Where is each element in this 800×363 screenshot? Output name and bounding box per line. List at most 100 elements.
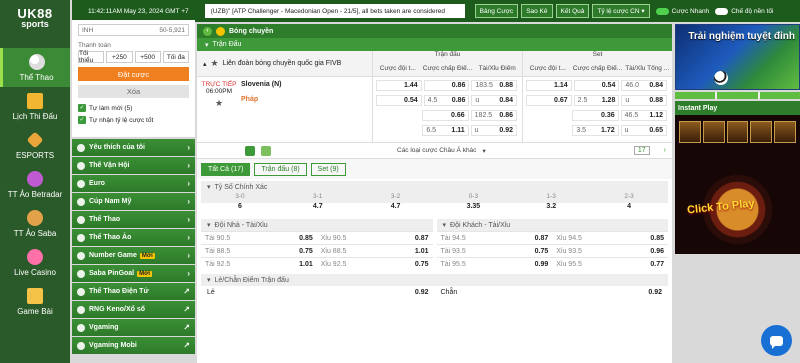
clear-button[interactable]: Xóa [78, 85, 189, 98]
sport-item[interactable]: Thể Thao › [72, 211, 195, 228]
min-chip[interactable]: Tối thiểu [78, 50, 105, 64]
nav-item-sports[interactable]: Thể Thao [0, 48, 70, 87]
more-bets-link[interactable]: Các loại cược Châu Á khác [397, 147, 476, 154]
star-icon[interactable]: ★ [215, 98, 223, 109]
nav-item-live-casino[interactable]: Live Casino [0, 243, 70, 282]
sport-item[interactable]: Saba PinGoal Mới › [72, 265, 195, 282]
handicap-cell[interactable]: 6.5 1.11 [422, 124, 469, 136]
promo-banner-football[interactable]: Trải nghiệm tuyệt đỉnh [675, 24, 800, 90]
over-under-cell[interactable]: u 0.88 [621, 94, 668, 106]
over-cell[interactable]: Tài 88.5 0.75 [201, 248, 317, 255]
handicap-cell[interactable]: 2.5 1.28 [573, 94, 620, 106]
over-under-cell[interactable]: 182.5 0.86 [470, 109, 517, 121]
score-odds[interactable]: 4.7 [357, 203, 435, 215]
sport-item[interactable]: Yêu thích của tôi › [72, 139, 195, 156]
accept-better-odds-option[interactable]: ✓ Tự nhận tỷ lệ cược tốt [72, 114, 195, 126]
quick-bet-toggle[interactable]: Cược Nhanh [655, 7, 709, 15]
sport-item[interactable]: RNG Keno/Xổ số ↗ [72, 301, 195, 318]
sport-item[interactable]: Vgaming Mobi ↗ [72, 337, 195, 354]
more-count-badge[interactable]: 17 [633, 146, 650, 155]
nav-item-esports[interactable]: ESPORTS [0, 126, 70, 165]
dark-mode-toggle[interactable]: Chế độ nền tối [715, 7, 773, 15]
news-ticker[interactable]: (UZB)" [ATP Challenger - Macedonian Open… [204, 4, 465, 18]
nav-label: Game Bài [17, 307, 53, 316]
bet-list-button[interactable]: Bảng Cược [474, 4, 519, 18]
chevron-down-icon[interactable]: ▾ [443, 221, 447, 229]
promo-banner-roulette[interactable]: Click To Play [675, 115, 800, 254]
score-odds[interactable]: 4.7 [279, 203, 357, 215]
chevron-down-icon[interactable]: ▾ [207, 183, 211, 191]
max-chip[interactable]: Tối đa [162, 51, 189, 63]
under-cell[interactable]: Xỉu 88.5 1.01 [317, 248, 433, 255]
nav-item-schedule[interactable]: Lịch Thi Đấu [0, 87, 70, 126]
over-cell[interactable]: Tài 94.5 0.87 [437, 235, 553, 242]
tab-all[interactable]: Tất Cả (17) [201, 162, 251, 176]
auto-refresh-option[interactable]: ✓ Tự làm mới (5) [72, 102, 195, 114]
under-cell[interactable]: Xỉu 95.5 0.77 [552, 261, 668, 268]
score-odds[interactable]: 3.35 [434, 203, 512, 215]
place-bet-button[interactable]: Đặt cược [78, 67, 189, 81]
sport-item[interactable]: Thể Thao Ảo › [72, 229, 195, 246]
under-cell[interactable]: Xỉu 93.5 0.96 [552, 248, 668, 255]
even-cell[interactable]: Chẵn 0.92 [435, 289, 669, 296]
sport-item[interactable]: Thế Vận Hội › [72, 157, 195, 174]
stake-input[interactable]: INH 50-5,921 [78, 24, 189, 36]
chip-250[interactable]: +250 [106, 51, 133, 63]
over-under-cell[interactable]: u 0.84 [471, 94, 518, 106]
over-cell[interactable]: Tài 90.5 0.85 [201, 235, 317, 242]
sport-item[interactable]: Cúp Nam Mỹ › [72, 193, 195, 210]
livestream-icon[interactable] [261, 145, 271, 156]
brand-logo[interactable]: UK88 sports [0, 0, 70, 34]
chat-button[interactable] [761, 325, 792, 356]
handicap-cell[interactable]: 0.86 [423, 79, 470, 91]
moneyline-cell[interactable]: 1.14 [526, 79, 572, 91]
chevron-right-icon[interactable]: › [664, 147, 666, 154]
moneyline-cell[interactable]: 1.44 [376, 79, 422, 91]
sport-item[interactable]: Vgaming ↗ [72, 319, 195, 336]
over-cell[interactable]: Tài 95.5 0.99 [437, 261, 553, 268]
over-under-cell[interactable]: 46.5 1.12 [620, 109, 667, 121]
nav-label: TT Ảo Betradar [7, 190, 63, 199]
handicap-cell[interactable]: 4.5 0.86 [423, 94, 470, 106]
chevron-up-icon[interactable]: ▴ [203, 60, 207, 68]
sport-item[interactable]: Number Game Mới › [72, 247, 195, 264]
statement-button[interactable]: Sao Kê [521, 4, 553, 18]
tab-match[interactable]: Trận đấu (8) [254, 162, 307, 176]
results-button[interactable]: Kết Quả [555, 4, 590, 18]
back-icon[interactable]: ‹ [203, 26, 212, 36]
moneyline-cell[interactable]: 0.54 [376, 94, 422, 106]
score-odds[interactable]: 6 [201, 203, 279, 215]
under-cell[interactable]: Xỉu 92.5 0.75 [317, 261, 433, 268]
handicap-cell[interactable]: 0.36 [572, 109, 619, 121]
handicap-cell[interactable]: 3.5 1.72 [572, 124, 619, 136]
chip-500[interactable]: +500 [134, 51, 161, 63]
star-icon[interactable]: ★ [211, 58, 219, 69]
stats-icon[interactable] [245, 145, 255, 156]
score-odds[interactable]: 3.2 [512, 203, 590, 215]
soccer-ball-icon [28, 54, 45, 70]
section-header[interactable]: ▾ Trận Đấu [197, 38, 672, 51]
over-under-cell[interactable]: u 0.92 [470, 124, 517, 136]
over-under-cell[interactable]: 46.0 0.84 [621, 79, 668, 91]
over-under-cell[interactable]: u 0.65 [620, 124, 667, 136]
tab-set[interactable]: Set (9) [310, 162, 346, 176]
score-odds[interactable]: 4 [590, 203, 668, 215]
sport-item[interactable]: Euro › [72, 175, 195, 192]
odd-cell[interactable]: Lẻ 0.92 [201, 289, 435, 296]
nav-item-betradar[interactable]: TT Ảo Betradar [0, 165, 70, 204]
under-cell[interactable]: Xỉu 90.5 0.87 [317, 235, 433, 242]
nav-item-saba[interactable]: TT Ảo Saba [0, 204, 70, 243]
moneyline-cell[interactable]: 0.67 [526, 94, 572, 106]
over-under-cell[interactable]: 183.5 0.88 [471, 79, 518, 91]
nav-item-card-games[interactable]: Game Bài [0, 282, 70, 321]
under-cell[interactable]: Xỉu 94.5 0.85 [552, 235, 668, 242]
chevron-down-icon[interactable]: ▾ [207, 221, 211, 229]
over-cell[interactable]: Tài 93.5 0.75 [437, 248, 553, 255]
sport-item[interactable]: Thể Thao Điện Tử ↗ [72, 283, 195, 300]
over-cell[interactable]: Tài 92.5 1.01 [201, 261, 317, 268]
odds-type-select[interactable]: Tỷ lệ cược CN ▾ [592, 4, 650, 18]
correct-score-section: ▾ Tỷ Số Chính Xác 3-0 3-1 3-2 0-3 1-3 2-3 6 4.… [201, 181, 668, 215]
chevron-down-icon[interactable]: ▾ [207, 276, 211, 284]
handicap-cell[interactable]: 0.54 [573, 79, 620, 91]
handicap-cell[interactable]: 0.66 [422, 109, 469, 121]
